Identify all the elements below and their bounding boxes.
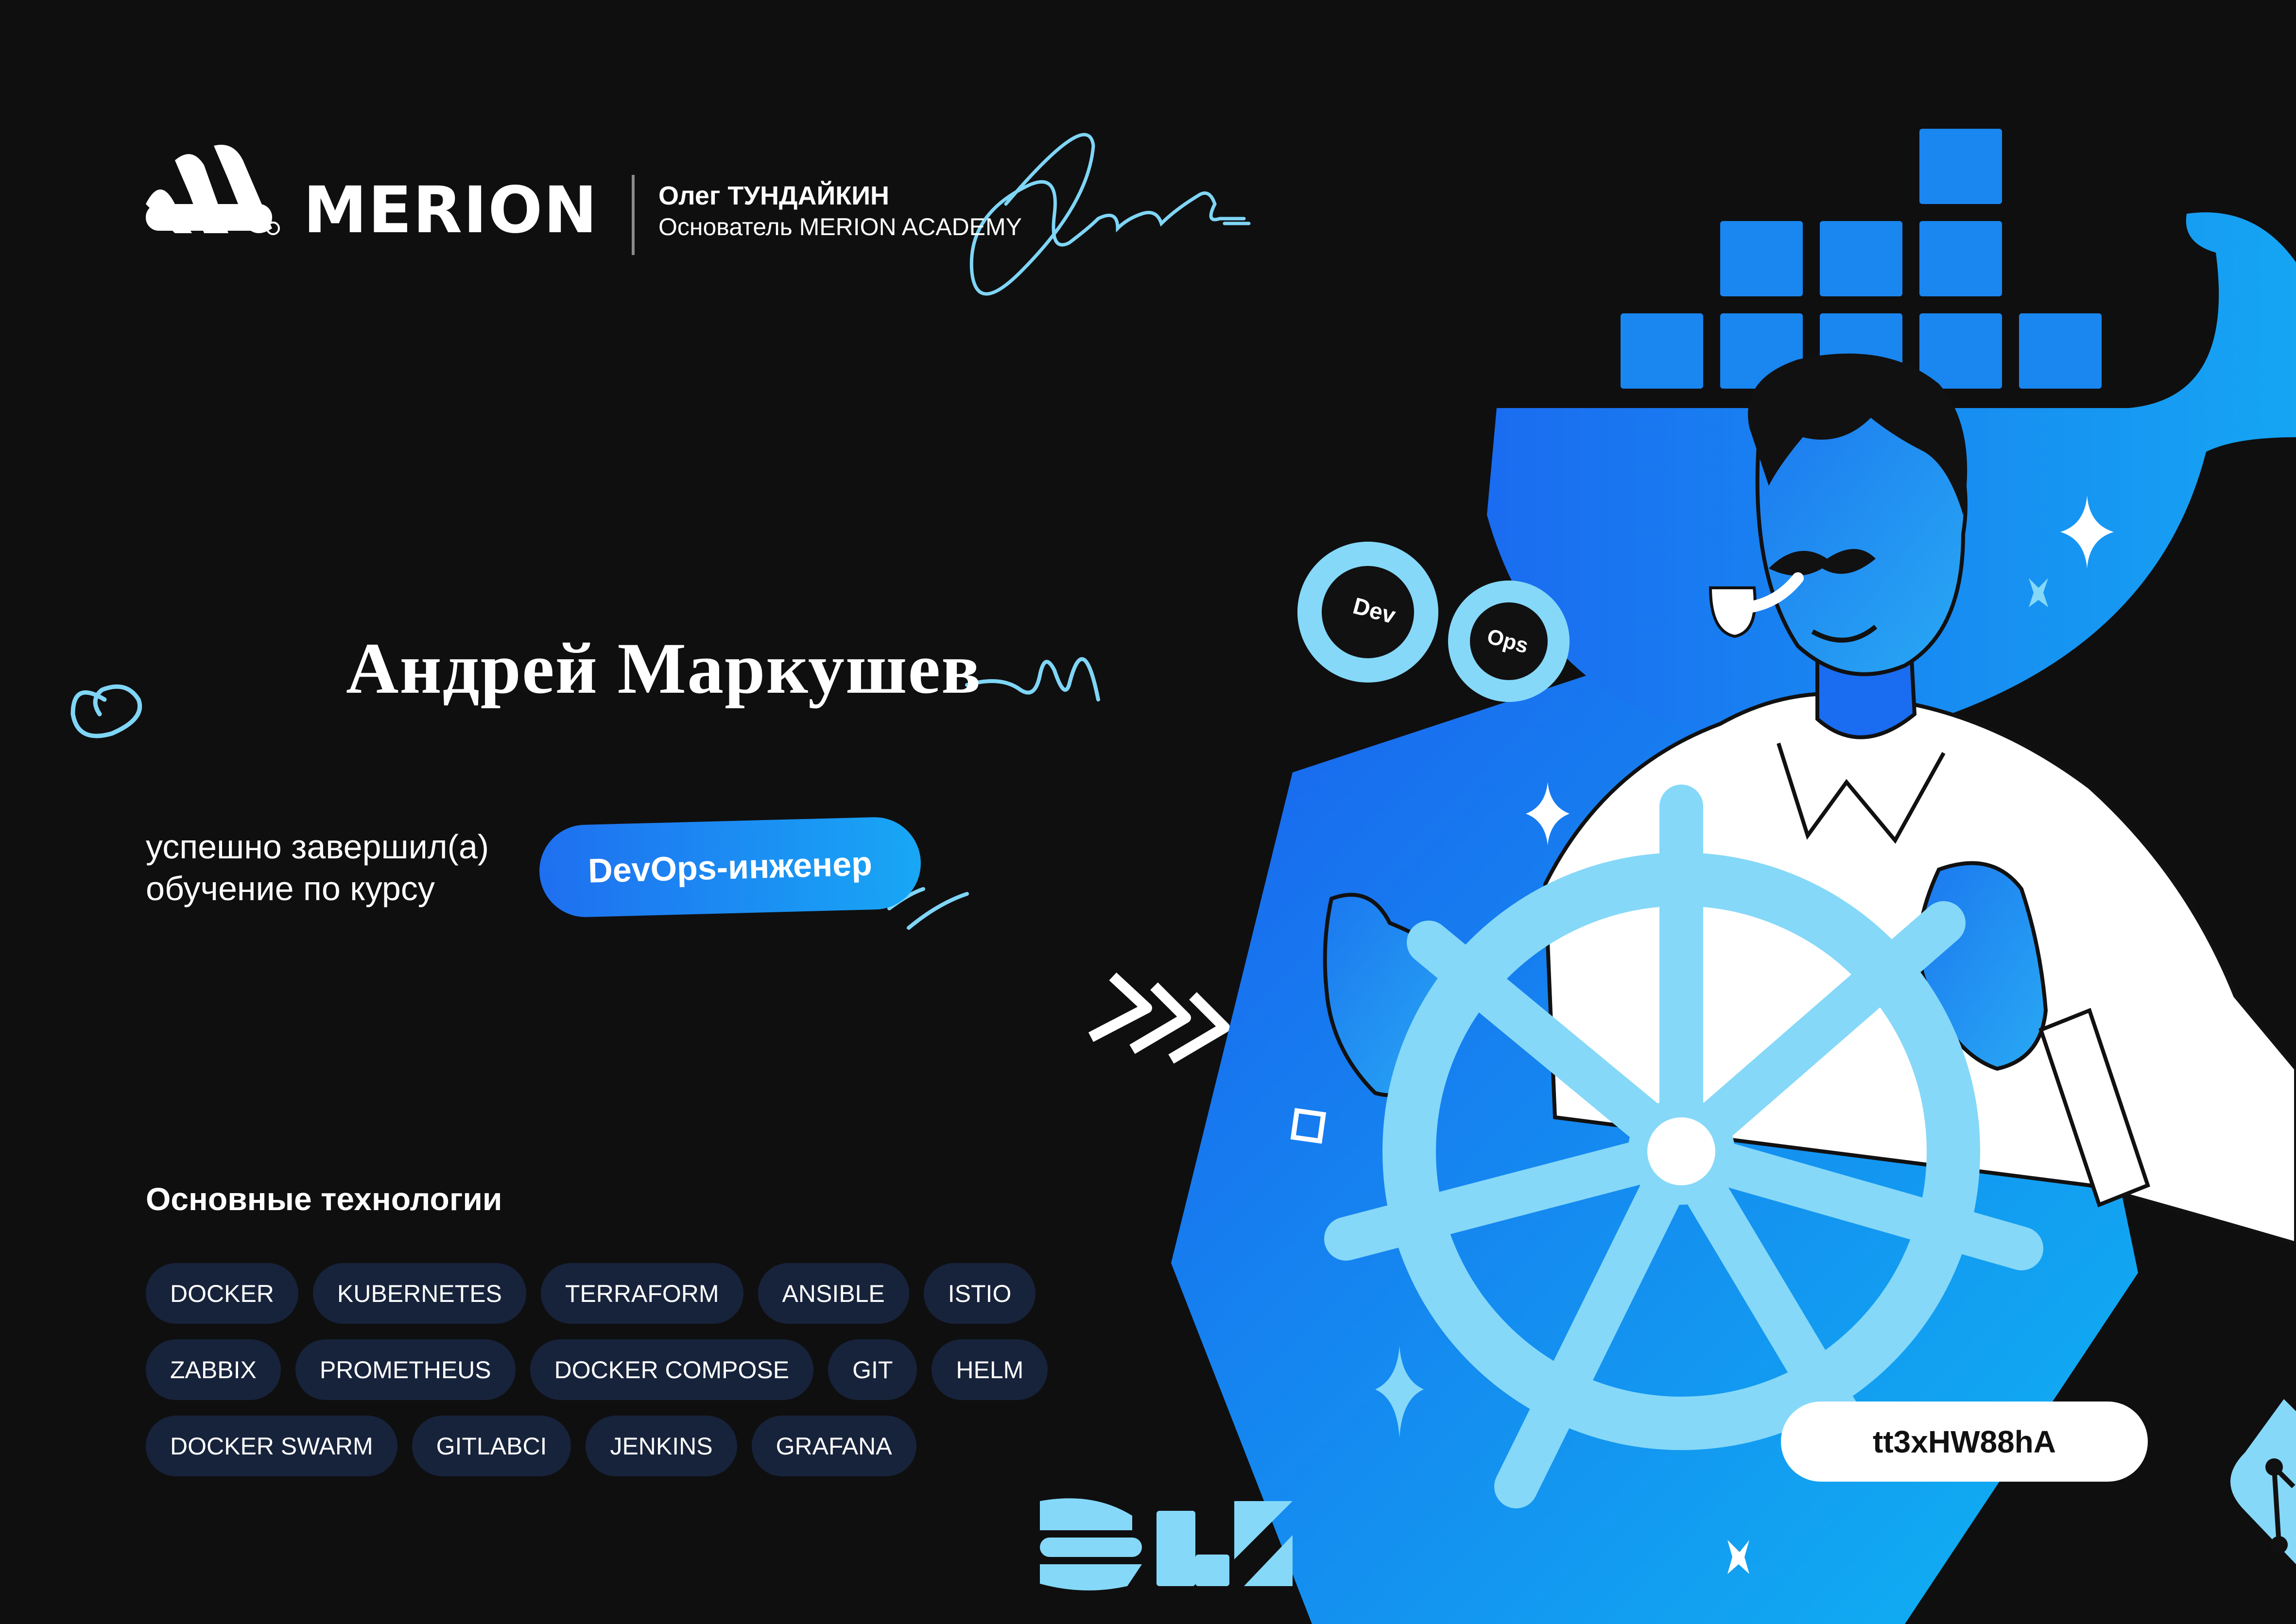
header-divider	[632, 175, 635, 255]
docker-containers	[1621, 129, 2102, 389]
completion-line-2: обучение по курсу	[146, 870, 435, 907]
completion-text: успешно завершил(а) обучение по курсу	[146, 826, 489, 909]
technologies-title: Основные технологии	[146, 1181, 502, 1217]
tech-tag-terraform: TERRAFORM	[540, 1263, 743, 1324]
tech-tag-docker-compose: DOCKER COMPOSE	[530, 1339, 814, 1400]
brand-name: MERION	[303, 173, 598, 248]
founder-name: Олег ТУНДАЙКИН	[658, 181, 890, 210]
tech-tag-zabbix: ZABBIX	[146, 1339, 281, 1400]
tech-tag-gitlabci: GITLABCI	[412, 1416, 571, 1476]
swirl-decoration	[70, 684, 142, 738]
chevrons-decoration	[1088, 972, 1230, 1064]
tech-row-1: DOCKER KUBERNETES TERRAFORM ANSIBLE ISTI…	[146, 1263, 1098, 1324]
course-badge: DevOps-инженер	[538, 816, 922, 919]
certificate-code: tt3xHW88hA	[1781, 1402, 2148, 1482]
elk-logo-icon	[1040, 1498, 1293, 1590]
tech-tag-helm: HELM	[932, 1339, 1048, 1400]
merion-logo-icon	[146, 145, 280, 235]
tech-tag-prometheus: PROMETHEUS	[295, 1339, 516, 1400]
student-name: Андрей Маркушев	[346, 628, 982, 709]
technologies-tags: DOCKER KUBERNETES TERRAFORM ANSIBLE ISTI…	[146, 1263, 1098, 1492]
tech-tag-kubernetes: KUBERNETES	[312, 1263, 526, 1324]
founder-role: Основатель MERION ACADEMY	[658, 213, 1022, 240]
completion-line-1: успешно завершил(а)	[146, 828, 489, 866]
tech-tag-grafana: GRAFANA	[751, 1416, 916, 1476]
tech-tag-git: GIT	[828, 1339, 917, 1400]
tech-row-2: ZABBIX PROMETHEUS DOCKER COMPOSE GIT HEL…	[146, 1339, 1098, 1400]
tech-tag-jenkins: JENKINS	[586, 1416, 737, 1476]
tech-tag-docker: DOCKER	[146, 1263, 298, 1324]
tech-tag-istio: ISTIO	[923, 1263, 1036, 1324]
tech-tag-ansible: ANSIBLE	[758, 1263, 909, 1324]
tech-row-3: DOCKER SWARM GITLABCI JENKINS GRAFANA	[146, 1416, 1098, 1476]
tech-tag-docker-swarm: DOCKER SWARM	[146, 1416, 397, 1476]
git-logo-icon	[2230, 1399, 2296, 1564]
squiggle-decoration	[965, 657, 1100, 701]
